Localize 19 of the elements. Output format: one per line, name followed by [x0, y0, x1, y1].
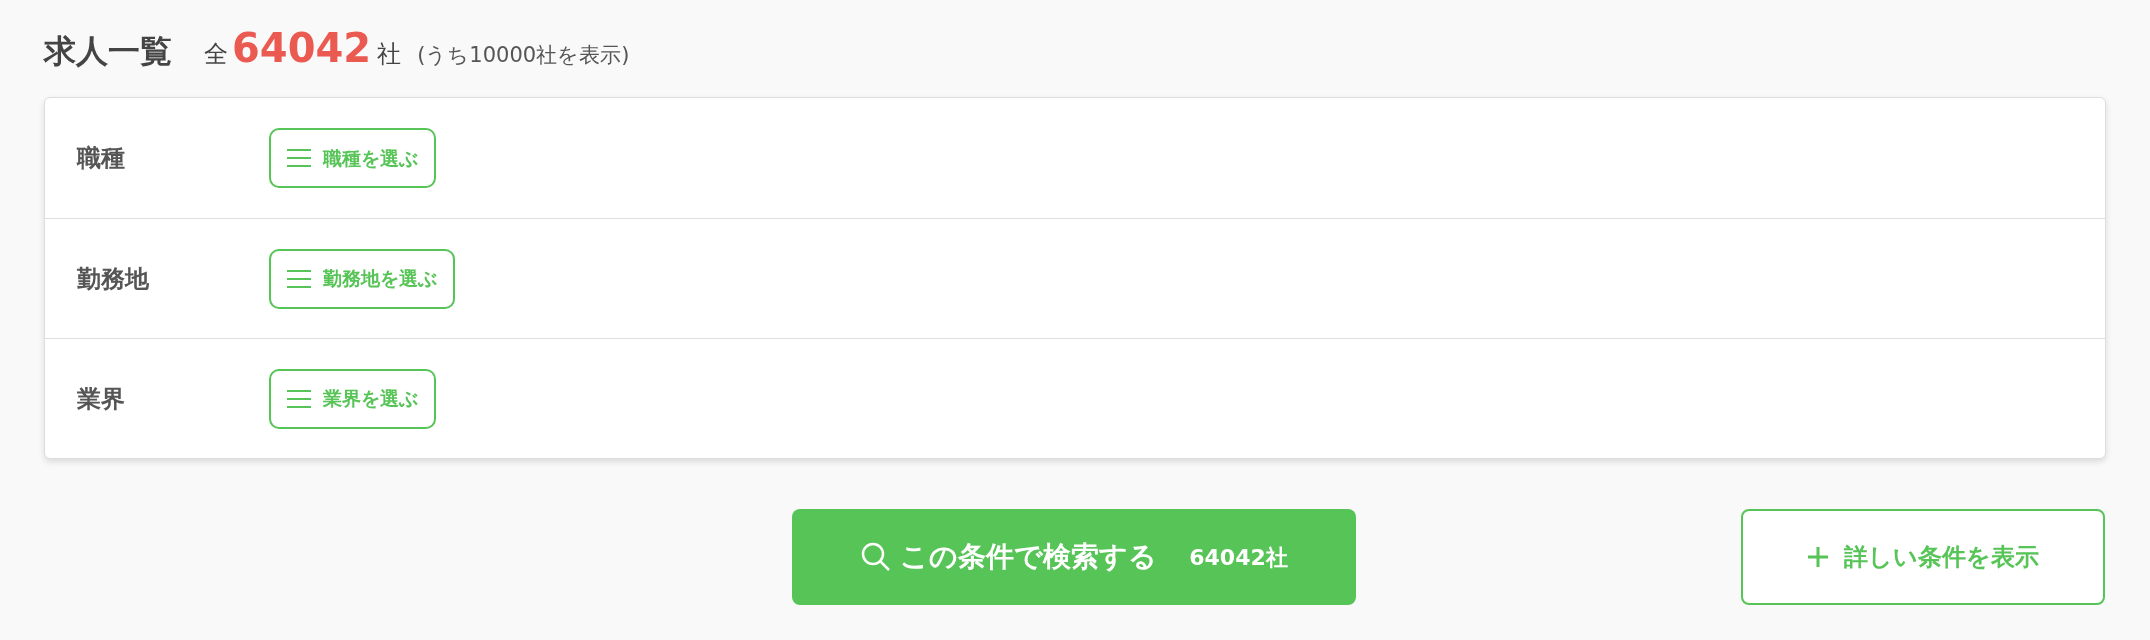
total-suffix: 社	[377, 39, 402, 70]
menu-icon	[287, 268, 311, 289]
filter-label: 勤務地	[76, 263, 150, 295]
search-label: この条件で検索する	[900, 539, 1158, 575]
total-prefix: 全	[204, 39, 228, 70]
filter-label: 職種	[75, 143, 126, 174]
select-button[interactable]: 業界を選ぶ	[269, 368, 436, 429]
page-title: 求人一覧	[44, 31, 172, 72]
shown-note: (うち10000社を表示)	[417, 42, 630, 69]
menu-icon	[287, 388, 311, 409]
result-count: 64042社	[1189, 543, 1288, 572]
filter-label: 業界	[76, 383, 126, 415]
more-conditions-button[interactable]: 詳しい条件を表示	[1741, 509, 2105, 605]
total-count: 64042	[232, 24, 372, 73]
search-button[interactable]: この条件で検索する 64042社	[792, 509, 1356, 605]
menu-icon	[287, 148, 311, 168]
select-button[interactable]: 職種を選ぶ	[269, 128, 436, 188]
select-button[interactable]: 勤務地を選ぶ	[269, 248, 455, 309]
plus-icon	[1807, 547, 1828, 567]
